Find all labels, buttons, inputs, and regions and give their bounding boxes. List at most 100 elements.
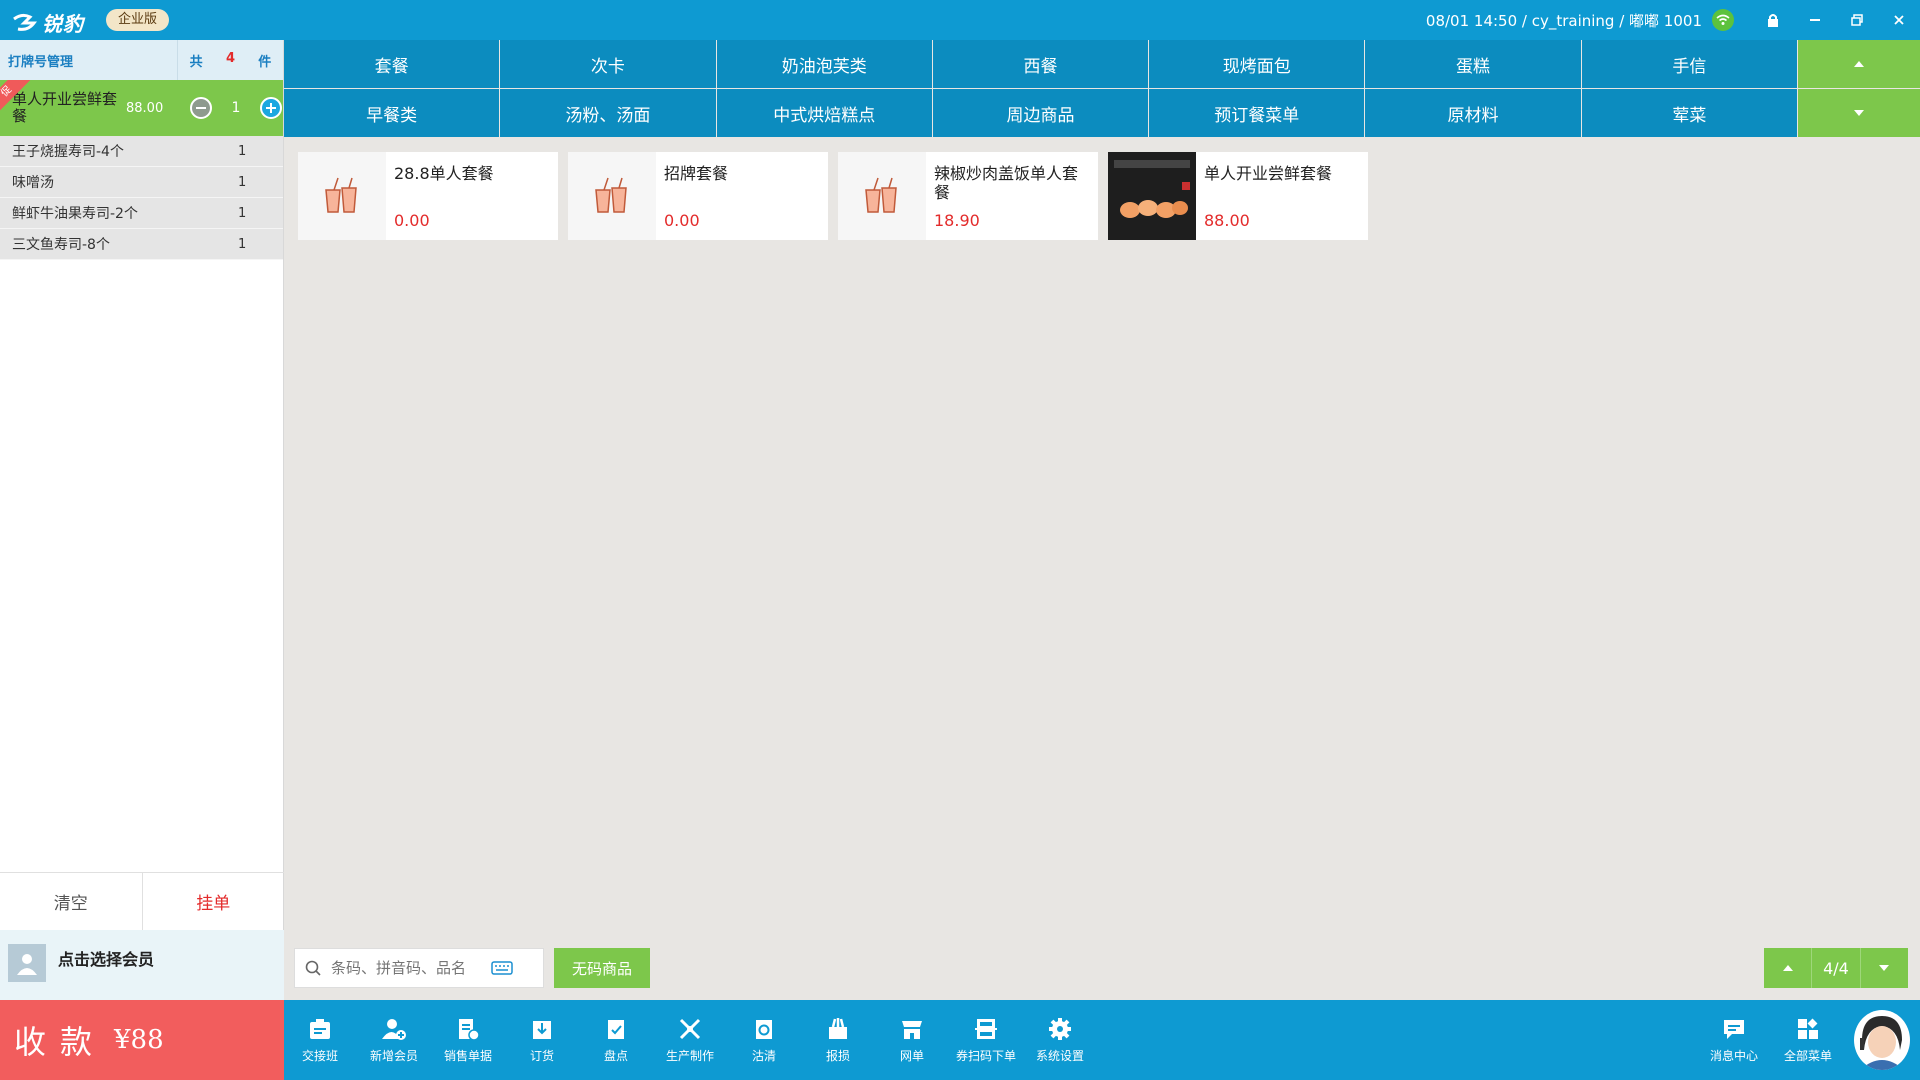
product-card[interactable]: 单人开业尝鲜套餐 88.00: [1108, 152, 1368, 240]
close-button[interactable]: [1878, 0, 1920, 40]
category-tab[interactable]: 中式烘焙糕点: [716, 89, 932, 137]
category-tab[interactable]: 次卡: [500, 40, 716, 88]
caret-down-icon: [1879, 965, 1890, 971]
tool-label: 系统设置: [1035, 1048, 1084, 1063]
sub-item-list: 王子烧握寿司-4个 1 味噌汤 1 鲜虾牛油果寿司-2个 1 三文鱼寿司-8个 1: [0, 136, 283, 260]
production-button[interactable]: 生产制作: [654, 1000, 726, 1080]
decrease-qty-button[interactable]: [190, 97, 212, 119]
page-prev-button[interactable]: [1764, 948, 1811, 988]
page-indicator: 4/4: [1811, 948, 1861, 988]
product-card[interactable]: 28.8单人套餐 0.00: [298, 152, 558, 240]
category-tab[interactable]: 现烤面包: [1149, 40, 1365, 88]
order-main-item[interactable]: 促 单人开业尝鲜套餐 88.00 1: [0, 80, 283, 136]
category-tab[interactable]: 荤菜: [1581, 89, 1797, 137]
sales-records-button[interactable]: 销售单据: [432, 1000, 504, 1080]
count-number: 4: [225, 50, 235, 66]
sub-item-qty: 1: [238, 143, 247, 159]
product-pager: 4/4: [1764, 948, 1908, 988]
tool-label: 交接班: [301, 1048, 338, 1063]
logo-icon: [13, 13, 38, 31]
main-item-qty: 1: [231, 100, 241, 116]
loss-report-button[interactable]: 报损: [802, 1000, 874, 1080]
sub-item-name: 味噌汤: [12, 175, 54, 191]
category-tab[interactable]: 早餐类: [284, 89, 500, 137]
sub-item-qty: 1: [238, 205, 247, 221]
category-tabs: 套餐 次卡 奶油泡芙类 西餐 现烤面包 蛋糕 手信 早餐类 汤粉、汤面 中式烘焙…: [284, 40, 1798, 138]
page-next-button[interactable]: [1861, 948, 1908, 988]
customer-service-avatar[interactable]: [1854, 1010, 1910, 1070]
category-tab[interactable]: 套餐: [284, 40, 500, 88]
logo-text: 锐豹: [42, 12, 84, 36]
message-center-button[interactable]: 消息中心: [1698, 1000, 1770, 1080]
category-tab[interactable]: 周边商品: [932, 89, 1149, 137]
category-tab[interactable]: 西餐: [932, 40, 1149, 88]
product-card[interactable]: 辣椒炒肉盖饭单人套餐 18.90: [838, 152, 1098, 240]
category-tab[interactable]: 预订餐菜单: [1149, 89, 1365, 137]
member-avatar-icon: [8, 944, 46, 982]
tool-label: 生产制作: [665, 1048, 714, 1063]
caret-up-icon: [1854, 61, 1864, 67]
inventory-check-button[interactable]: 盘点: [580, 1000, 652, 1080]
shift-handover-button[interactable]: 交接班: [284, 1000, 356, 1080]
wifi-icon: [1712, 9, 1734, 31]
product-card[interactable]: 招牌套餐 0.00: [568, 152, 828, 240]
top-bar: 锐豹 企业版 08/01 14:50 / cy_training / 嘟嘟 10…: [0, 0, 1920, 40]
sub-item-name: 鲜虾牛油果寿司-2个: [12, 206, 138, 222]
hold-order-button[interactable]: 挂单: [141, 873, 285, 930]
lock-icon: [1768, 14, 1778, 27]
category-tab[interactable]: 原材料: [1365, 89, 1581, 137]
category-scroll-up-button[interactable]: [1798, 40, 1920, 88]
minus-icon: [196, 107, 206, 109]
sub-item-qty: 1: [238, 236, 247, 252]
sub-item[interactable]: 鲜虾牛油果寿司-2个 1: [0, 198, 283, 229]
add-member-button[interactable]: 新增会员: [358, 1000, 430, 1080]
keyboard-icon[interactable]: [491, 961, 513, 975]
coupon-scan-order-button[interactable]: 券扫码下单: [950, 1000, 1022, 1080]
clear-button[interactable]: 清空: [0, 873, 142, 930]
order-goods-button[interactable]: 订货: [506, 1000, 578, 1080]
shift-handover-icon: [310, 1018, 330, 1039]
tool-label: 沽清: [751, 1048, 776, 1063]
system-settings-button[interactable]: 系统设置: [1024, 1000, 1096, 1080]
no-barcode-item-button[interactable]: 无码商品: [554, 948, 650, 988]
session-info: 08/01 14:50 / cy_training / 嘟嘟 1001: [1425, 11, 1702, 30]
main-item-price: 88.00: [126, 100, 164, 116]
count-suffix: 件: [258, 54, 272, 70]
coupon-scan-icon: [975, 1018, 997, 1039]
order-title[interactable]: 打牌号管理: [0, 40, 178, 80]
minimize-button[interactable]: [1794, 0, 1836, 40]
search-icon: [305, 960, 321, 976]
sub-item[interactable]: 三文鱼寿司-8个 1: [0, 229, 283, 260]
category-tab[interactable]: 手信: [1581, 40, 1797, 88]
main-item-name: 单人开业尝鲜套餐: [12, 90, 118, 125]
select-member-button[interactable]: 点击选择会员: [0, 930, 284, 1000]
product-name: 招牌套餐: [664, 164, 729, 183]
checkout-amount: ¥88: [114, 1025, 164, 1055]
product-name: 28.8单人套餐: [394, 164, 494, 183]
increase-qty-button[interactable]: [260, 97, 282, 119]
sold-out-button[interactable]: 沽清: [728, 1000, 800, 1080]
category-scroll-down-button[interactable]: [1798, 89, 1920, 137]
online-order-button[interactable]: 网单: [876, 1000, 948, 1080]
checkout-button[interactable]: 收款 ¥88: [0, 1000, 284, 1080]
sub-item-qty: 1: [238, 174, 247, 190]
category-tab[interactable]: 汤粉、汤面: [500, 89, 716, 137]
all-menu-button[interactable]: 全部菜单: [1772, 1000, 1844, 1080]
tool-label: 盘点: [603, 1048, 628, 1063]
restore-button[interactable]: [1836, 0, 1878, 40]
category-tab[interactable]: 奶油泡芙类: [716, 40, 932, 88]
sub-item[interactable]: 味噌汤 1: [0, 167, 283, 198]
checkout-label: 收款: [14, 1023, 107, 1061]
plus-icon: [266, 103, 276, 113]
sub-item[interactable]: 王子烧握寿司-4个 1: [0, 136, 283, 167]
category-tab[interactable]: 蛋糕: [1365, 40, 1581, 88]
loss-report-icon: [829, 1017, 847, 1039]
drink-icon: [298, 152, 386, 240]
order-actions: 清空 挂单: [0, 872, 284, 930]
tool-label: 报损: [825, 1048, 850, 1063]
search-input[interactable]: [331, 959, 491, 977]
function-toolbar: 交接班 新增会员 销售单据 订货 盘点 生产制作 沽清 报损 网单 券扫码下单 …: [284, 1000, 1920, 1080]
product-price: 18.90: [934, 211, 980, 230]
lock-button[interactable]: [1752, 0, 1794, 40]
sushi-photo: [1108, 152, 1196, 240]
